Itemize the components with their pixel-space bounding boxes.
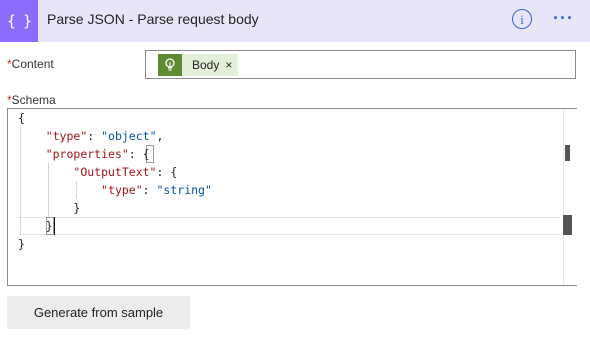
- parse-json-icon: { }: [0, 0, 38, 42]
- editor-scrollbar[interactable]: [563, 109, 578, 285]
- more-options-icon[interactable]: ···: [553, 8, 574, 29]
- schema-editor[interactable]: { "type": "object", "properties": { "Out…: [7, 108, 578, 286]
- action-header[interactable]: { } Parse JSON - Parse request body i ··…: [0, 0, 590, 42]
- content-label-text: Content: [11, 57, 54, 71]
- code-line: "properties": {: [45, 147, 150, 161]
- schema-label-text: Schema: [11, 93, 56, 107]
- scrollbar-thumb[interactable]: [563, 215, 572, 235]
- code-line: }: [18, 237, 25, 251]
- code-line: {: [18, 111, 25, 125]
- info-icon[interactable]: i: [512, 9, 532, 29]
- token-label: Body: [192, 58, 220, 72]
- text-cursor: [54, 217, 55, 235]
- scrollbar-marker: [565, 145, 570, 161]
- generate-from-sample-button[interactable]: Generate from sample: [7, 296, 190, 329]
- code-line: "type": "string": [101, 183, 212, 197]
- remove-token-icon[interactable]: ×: [225, 54, 238, 76]
- lightbulb-icon: [158, 54, 182, 76]
- schema-code[interactable]: { "type": "object", "properties": { "Out…: [18, 109, 212, 253]
- content-label: *Content: [7, 57, 54, 71]
- code-line: }: [18, 201, 81, 215]
- code-line: }: [18, 219, 53, 233]
- content-input[interactable]: Body ×: [145, 50, 576, 79]
- action-title[interactable]: Parse JSON - Parse request body: [47, 11, 259, 27]
- body-token[interactable]: Body ×: [158, 54, 239, 76]
- schema-label: *Schema: [7, 93, 56, 107]
- code-line: "OutputText": {: [73, 165, 178, 179]
- code-line: "type": "object",: [45, 129, 164, 143]
